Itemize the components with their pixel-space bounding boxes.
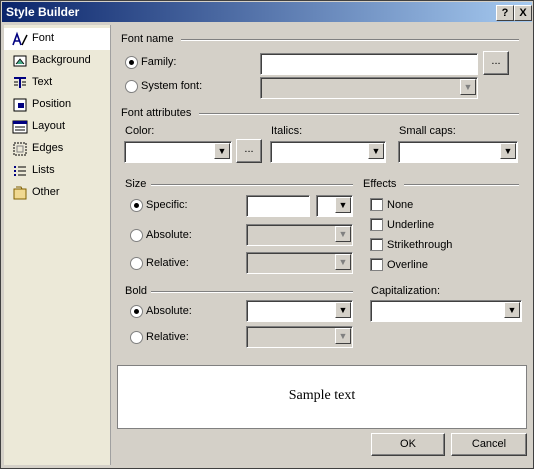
sidebar-item-other[interactable]: Other — [4, 182, 110, 204]
sidebar-item-layout[interactable]: Layout — [4, 116, 110, 138]
sidebar-item-background[interactable]: Background — [4, 50, 110, 72]
font-attributes-divider — [199, 113, 519, 115]
effects-underline-checkbox[interactable] — [370, 218, 383, 231]
chevron-down-icon: ▼ — [368, 143, 384, 159]
color-browse-button[interactable]: ... — [236, 139, 262, 163]
color-select[interactable]: ▼ — [124, 141, 232, 163]
size-absolute-select[interactable]: ▼ — [246, 224, 353, 246]
help-button[interactable]: ? — [496, 5, 514, 21]
font-attributes-heading: Font attributes — [121, 107, 192, 119]
system-font-label: System font: — [141, 80, 203, 92]
other-icon — [13, 186, 27, 200]
lists-icon — [14, 166, 26, 176]
chevron-down-icon: ▼ — [504, 302, 520, 318]
effects-overline-checkbox[interactable] — [370, 258, 383, 271]
sidebar-item-label: Background — [32, 54, 91, 66]
size-heading: Size — [125, 178, 147, 190]
size-absolute-label: Absolute: — [146, 229, 192, 241]
chevron-down-icon: ▼ — [335, 226, 351, 242]
small-caps-select[interactable]: ▼ — [398, 141, 518, 163]
bold-absolute-select[interactable]: ▼ — [246, 300, 353, 322]
sidebar-item-label: Other — [32, 186, 60, 198]
sidebar-item-font[interactable]: Font — [4, 28, 110, 50]
chevron-down-icon: ▼ — [335, 302, 351, 318]
chevron-down-icon: ▼ — [335, 197, 351, 213]
bold-absolute-radio[interactable] — [130, 305, 143, 318]
capitalization-label: Capitalization: — [371, 285, 441, 297]
sidebar-item-label: Text — [32, 76, 53, 88]
sidebar-item-edges[interactable]: Edges — [4, 138, 110, 160]
effects-divider — [404, 184, 519, 186]
family-label: Family: — [141, 56, 177, 68]
effects-strikethrough-label: Strikethrough — [387, 239, 453, 251]
text-icon — [14, 77, 26, 88]
size-specific-label: Specific: — [146, 199, 188, 211]
sidebar-item-position[interactable]: Position — [4, 94, 110, 116]
family-input[interactable] — [260, 53, 478, 75]
sidebar-item-label: Position — [32, 98, 72, 110]
family-radio[interactable] — [125, 56, 138, 69]
italics-select[interactable]: ▼ — [270, 141, 386, 163]
chevron-down-icon: ▼ — [335, 328, 351, 344]
background-icon — [13, 55, 27, 67]
sidebar-item-text[interactable]: Text — [4, 72, 110, 94]
effects-strikethrough-checkbox[interactable] — [370, 238, 383, 251]
small-caps-label: Small caps: — [399, 125, 456, 137]
size-divider — [151, 184, 353, 186]
family-browse-button[interactable]: ... — [483, 51, 509, 75]
sidebar-item-label: Edges — [32, 142, 64, 154]
sidebar-item-label: Lists — [32, 164, 55, 176]
chevron-down-icon: ▼ — [460, 79, 476, 95]
size-specific-radio[interactable] — [130, 199, 143, 212]
bold-relative-label: Relative: — [146, 331, 189, 343]
chevron-down-icon: ▼ — [500, 143, 516, 159]
color-label: Color: — [125, 125, 155, 137]
bold-relative-select[interactable]: ▼ — [246, 326, 353, 348]
effects-none-checkbox[interactable] — [370, 198, 383, 211]
chevron-down-icon: ▼ — [335, 254, 351, 270]
bold-heading: Bold — [125, 285, 148, 297]
sidebar-item-label: Font — [32, 32, 55, 44]
system-font-select[interactable]: ▼ — [260, 77, 478, 99]
ok-button[interactable]: OK — [371, 433, 445, 456]
sidebar-item-lists[interactable]: Lists — [4, 160, 110, 182]
size-relative-radio[interactable] — [130, 257, 143, 270]
sidebar-item-label: Layout — [32, 120, 66, 132]
font-icon — [12, 31, 28, 46]
size-relative-label: Relative: — [146, 257, 189, 269]
close-button[interactable]: X — [514, 5, 532, 21]
system-font-radio[interactable] — [125, 80, 138, 93]
size-specific-input[interactable] — [246, 195, 310, 217]
effects-heading: Effects — [363, 178, 397, 190]
italics-label: Italics: — [271, 125, 303, 137]
layout-icon — [12, 120, 28, 134]
capitalization-select[interactable]: ▼ — [370, 300, 522, 322]
window-title: Style Builder — [6, 5, 80, 19]
size-absolute-radio[interactable] — [130, 229, 143, 242]
effects-overline-label: Overline — [387, 259, 428, 271]
style-builder-window: Style Builder ? X Font Background Text P… — [0, 0, 534, 469]
position-icon — [13, 98, 27, 112]
effects-underline-label: Underline — [387, 219, 435, 231]
size-relative-select[interactable]: ▼ — [246, 252, 353, 274]
bold-absolute-label: Absolute: — [146, 305, 192, 317]
sample-text: Sample text — [288, 388, 356, 403]
category-sidebar: Font Background Text Position Layout Edg… — [4, 25, 111, 465]
cancel-button[interactable]: Cancel — [451, 433, 527, 456]
chevron-down-icon: ▼ — [214, 143, 230, 159]
bold-divider — [151, 291, 353, 293]
bold-relative-radio[interactable] — [130, 331, 143, 344]
edges-icon — [13, 142, 27, 156]
font-name-divider — [181, 39, 519, 41]
size-unit-select[interactable]: ▼ — [316, 195, 353, 217]
font-name-heading: Font name — [121, 33, 174, 45]
effects-none-label: None — [387, 199, 414, 211]
title-bar[interactable]: Style Builder ? X — [2, 2, 532, 22]
sample-preview: Sample text — [117, 365, 527, 429]
